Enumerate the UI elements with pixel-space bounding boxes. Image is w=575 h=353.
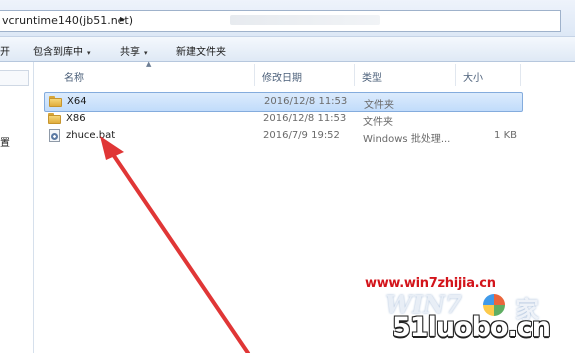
arrow-head — [100, 136, 124, 160]
arrow-shaft — [108, 148, 250, 353]
watermark-site-2: 51luobo.cn — [392, 312, 551, 343]
watermark-site: www.win7zhijia.cn — [365, 276, 496, 291]
